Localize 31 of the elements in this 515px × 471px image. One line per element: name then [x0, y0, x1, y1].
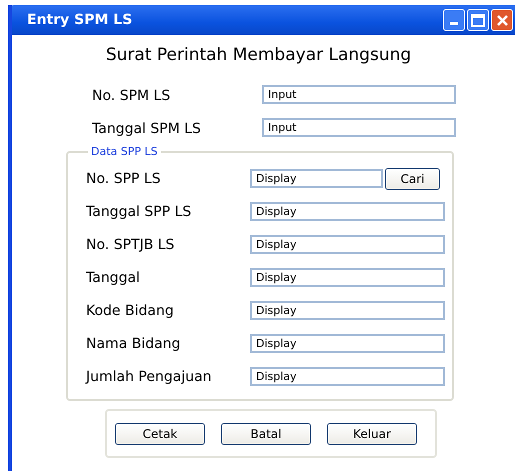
field-label: Nama Bidang	[86, 336, 182, 352]
action-button[interactable]: Keluar	[327, 422, 417, 444]
search-button[interactable]: Cari	[385, 168, 440, 190]
display-field[interactable]: Display	[250, 301, 445, 320]
field-label: Tanggal	[86, 270, 141, 286]
close-icon	[496, 14, 508, 26]
display-field[interactable]: Display	[250, 169, 383, 188]
maximize-icon	[471, 14, 485, 26]
minimize-icon	[450, 22, 458, 25]
window-title: Entry SPM LS	[26, 12, 132, 28]
group-legend: Data SPP LS	[88, 145, 161, 158]
display-field[interactable]: Display	[250, 367, 445, 386]
form-heading: Surat Perintah Membayar Langsung	[104, 45, 412, 65]
display-field[interactable]: Display	[250, 235, 445, 254]
maximize-button[interactable]	[467, 9, 489, 31]
display-field[interactable]: Display	[250, 268, 445, 287]
minimize-button[interactable]	[443, 9, 465, 31]
field-label: Tanggal SPP LS	[86, 204, 192, 220]
field-label: Jumlah Pengajuan	[86, 368, 213, 384]
input-field[interactable]: Input	[262, 85, 456, 104]
input-field[interactable]: Input	[262, 118, 456, 137]
action-button[interactable]: Cetak	[115, 422, 205, 444]
display-field[interactable]: Display	[250, 334, 445, 353]
field-label: No. SPTJB LS	[86, 236, 176, 252]
close-button[interactable]	[491, 9, 513, 31]
field-label: No. SPM LS	[92, 88, 172, 104]
action-button[interactable]: Batal	[221, 422, 311, 444]
field-label: No. SPP LS	[86, 170, 162, 186]
field-label: Tanggal SPM LS	[92, 120, 202, 136]
display-field[interactable]: Display	[250, 202, 445, 221]
field-label: Kode Bidang	[86, 302, 175, 318]
